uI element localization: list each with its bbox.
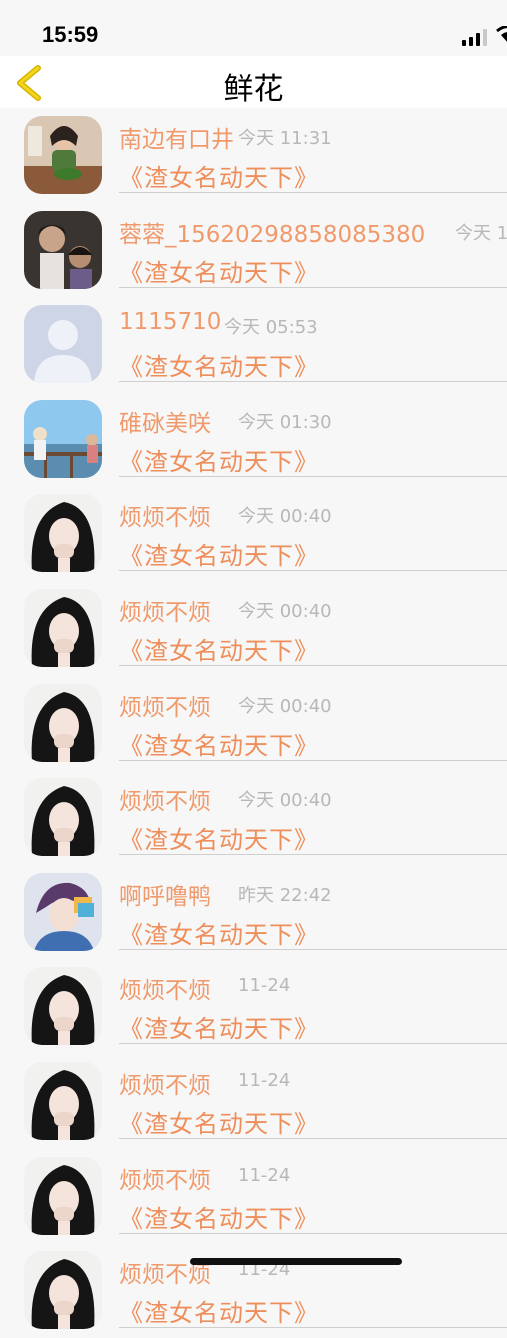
sender-name[interactable]: 南边有口井 bbox=[119, 120, 234, 154]
list-item[interactable]: 烦烦不烦 11-24 《渣女名动天下》 bbox=[0, 959, 507, 1054]
list-item[interactable]: 南边有口井 今天 11:31 《渣女名动天下》 bbox=[0, 108, 507, 203]
list-item[interactable]: 烦烦不烦 11-24 《渣女名动天下》 bbox=[0, 1149, 507, 1244]
avatar[interactable] bbox=[24, 967, 102, 1046]
avatar[interactable] bbox=[24, 872, 102, 951]
book-title[interactable]: 《渣女名动天下》 bbox=[119, 1293, 319, 1328]
sender-name[interactable]: 烦烦不烦 bbox=[119, 593, 211, 627]
divider bbox=[119, 1232, 507, 1234]
list-item[interactable]: 蓉蓉_15620298858085380 今天 1 《渣女名动天下》 bbox=[0, 203, 507, 298]
status-bar: 15:59 bbox=[0, 0, 507, 56]
avatar[interactable] bbox=[24, 116, 102, 194]
sender-name[interactable]: 烦烦不烦 bbox=[119, 1066, 211, 1100]
divider bbox=[119, 286, 507, 288]
timestamp: 今天 00:40 bbox=[238, 790, 332, 812]
timestamp: 今天 05:53 bbox=[224, 317, 318, 339]
avatar[interactable] bbox=[24, 399, 102, 478]
divider bbox=[119, 664, 507, 666]
status-time: 15:59 bbox=[42, 22, 99, 47]
list-item[interactable]: 烦烦不烦 11-24 《渣女名动天下》 bbox=[0, 1054, 507, 1149]
sender-name[interactable]: 烦烦不烦 bbox=[119, 782, 211, 816]
timestamp: 今天 00:40 bbox=[238, 600, 332, 622]
home-indicator bbox=[190, 1258, 402, 1265]
avatar[interactable] bbox=[24, 1156, 102, 1235]
divider bbox=[119, 1043, 507, 1045]
sender-name[interactable]: 烦烦不烦 bbox=[119, 971, 211, 1005]
cellular-signal-icon bbox=[462, 28, 492, 46]
list-item[interactable]: 烦烦不烦 今天 00:40 《渣女名动天下》 bbox=[0, 581, 507, 676]
list-item[interactable]: 碓砯美咲 今天 01:30 《渣女名动天下》 bbox=[0, 392, 507, 487]
timestamp: 11-24 bbox=[238, 1069, 291, 1091]
sender-name[interactable]: 啊呼噜鸭 bbox=[119, 877, 211, 911]
timestamp: 昨天 22:42 bbox=[238, 884, 332, 906]
sender-name[interactable]: 1115710 bbox=[119, 309, 221, 335]
list-item[interactable]: 1115710 今天 05:53 《渣女名动天下》 bbox=[0, 297, 507, 392]
book-title[interactable]: 《渣女名动天下》 bbox=[119, 1199, 319, 1234]
sender-name[interactable]: 烦烦不烦 bbox=[119, 1161, 211, 1195]
book-title[interactable]: 《渣女名动天下》 bbox=[119, 1104, 319, 1139]
sender-name[interactable]: 烦烦不烦 bbox=[119, 688, 211, 722]
book-title[interactable]: 《渣女名动天下》 bbox=[119, 631, 319, 666]
timestamp: 今天 01:30 bbox=[238, 411, 332, 433]
book-title[interactable]: 《渣女名动天下》 bbox=[119, 915, 319, 950]
sender-name[interactable]: 蓉蓉_15620298858085380 bbox=[119, 215, 425, 249]
sender-name[interactable]: 碓砯美咲 bbox=[119, 404, 211, 438]
timestamp: 今天 1 bbox=[455, 222, 507, 244]
timestamp: 今天 00:40 bbox=[238, 695, 332, 717]
timestamp: 11-24 bbox=[238, 975, 291, 997]
avatar[interactable] bbox=[24, 1251, 102, 1330]
divider bbox=[119, 381, 507, 383]
divider bbox=[119, 1327, 507, 1329]
book-title[interactable]: 《渣女名动天下》 bbox=[119, 442, 319, 477]
timestamp: 今天 00:40 bbox=[238, 506, 332, 528]
book-title[interactable]: 《渣女名动天下》 bbox=[119, 536, 319, 571]
divider bbox=[119, 475, 507, 477]
timestamp: 今天 11:31 bbox=[238, 128, 332, 149]
avatar[interactable] bbox=[24, 494, 102, 573]
divider bbox=[119, 854, 507, 856]
sender-name[interactable]: 烦烦不烦 bbox=[119, 498, 211, 532]
list-item[interactable]: 烦烦不烦 今天 00:40 《渣女名动天下》 bbox=[0, 676, 507, 771]
divider bbox=[119, 192, 507, 193]
gift-record-list: 南边有口井 今天 11:31 《渣女名动天下》 蓉蓉_1562029885808538… bbox=[0, 108, 507, 1338]
avatar[interactable] bbox=[24, 1061, 102, 1140]
wifi-icon bbox=[496, 26, 507, 44]
divider bbox=[119, 1137, 507, 1139]
book-title[interactable]: 《渣女名动天下》 bbox=[119, 820, 319, 855]
book-title[interactable]: 《渣女名动天下》 bbox=[119, 158, 319, 193]
book-title[interactable]: 《渣女名动天下》 bbox=[119, 1009, 319, 1044]
divider bbox=[119, 570, 507, 572]
book-title[interactable]: 《渣女名动天下》 bbox=[119, 253, 319, 288]
list-item[interactable]: 烦烦不烦 今天 00:40 《渣女名动天下》 bbox=[0, 486, 507, 581]
timestamp: 11-24 bbox=[238, 1164, 291, 1186]
avatar[interactable] bbox=[24, 588, 102, 667]
nav-bar: 鲜花 bbox=[0, 56, 507, 108]
avatar[interactable] bbox=[24, 305, 102, 384]
book-title[interactable]: 《渣女名动天下》 bbox=[119, 726, 319, 761]
avatar[interactable] bbox=[24, 683, 102, 762]
list-item[interactable]: 啊呼噜鸭 昨天 22:42 《渣女名动天下》 bbox=[0, 865, 507, 960]
divider bbox=[119, 948, 507, 950]
divider bbox=[119, 759, 507, 761]
book-title[interactable]: 《渣女名动天下》 bbox=[119, 347, 319, 382]
list-item[interactable]: 烦烦不烦 今天 00:40 《渣女名动天下》 bbox=[0, 770, 507, 865]
avatar[interactable] bbox=[24, 210, 102, 289]
avatar[interactable] bbox=[24, 778, 102, 857]
page-title: 鲜花 bbox=[223, 72, 284, 107]
